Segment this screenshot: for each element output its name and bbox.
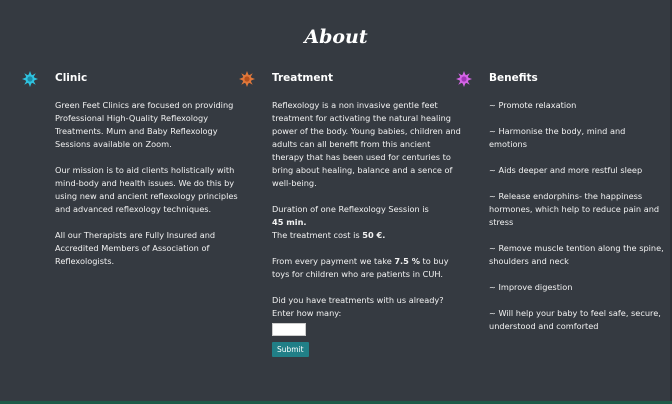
cost-value: 50 €. xyxy=(362,230,386,240)
sun-icon xyxy=(239,71,255,87)
sun-icon xyxy=(22,71,38,87)
benefit-item: ~ Remove muscle tention along the spine,… xyxy=(489,243,664,266)
treatment-duration-cost: Duration of one Reflexology Session is 4… xyxy=(272,203,462,242)
treatment-heading: Treatment xyxy=(272,72,333,84)
benefit-item: ~ Will help your baby to feel safe, secu… xyxy=(489,308,661,331)
sun-icon xyxy=(456,71,472,87)
benefit-item: ~ Harmonise the body, mind and emotions xyxy=(489,126,626,149)
cost-label: The treatment cost is xyxy=(272,230,360,240)
clinic-paragraph: All our Therapists are Fully Insured and… xyxy=(55,230,216,266)
duration-value: 45 min. xyxy=(272,217,307,227)
benefit-item: ~ Release endorphins- the happiness horm… xyxy=(489,191,660,227)
treatment-donation: From every payment we take 7.5 % to buy … xyxy=(272,255,462,281)
treatment-intro: Reflexology is a non invasive gentle fee… xyxy=(272,100,461,188)
donation-value: 7.5 % xyxy=(394,256,420,266)
benefits-section: Benefits ~ Promote relaxation ~ Harmonis… xyxy=(456,70,664,346)
duration-label: Duration of one Reflexology Session is xyxy=(272,204,429,214)
clinic-heading: Clinic xyxy=(55,72,88,84)
clinic-section: Clinic Green Feet Clinics are focused on… xyxy=(22,70,240,281)
benefit-item: ~ Promote relaxation xyxy=(489,100,577,110)
treatment-section: Treatment Reflexology is a non invasive … xyxy=(239,70,462,357)
clinic-paragraph: Our mission is to aid clients holistical… xyxy=(55,165,238,214)
page-title: About xyxy=(304,26,368,48)
benefit-item: ~ Improve digestion xyxy=(489,282,573,292)
clinic-paragraph: Green Feet Clinics are focused on provid… xyxy=(55,100,234,149)
treatment-count-input[interactable] xyxy=(272,323,306,336)
treatment-question: Did you have treatments with us already?… xyxy=(272,295,444,318)
submit-button[interactable]: Submit xyxy=(272,342,309,357)
benefits-heading: Benefits xyxy=(489,72,538,84)
donation-pre: From every payment we take xyxy=(272,256,392,266)
benefit-item: ~ Aids deeper and more restful sleep xyxy=(489,165,643,175)
